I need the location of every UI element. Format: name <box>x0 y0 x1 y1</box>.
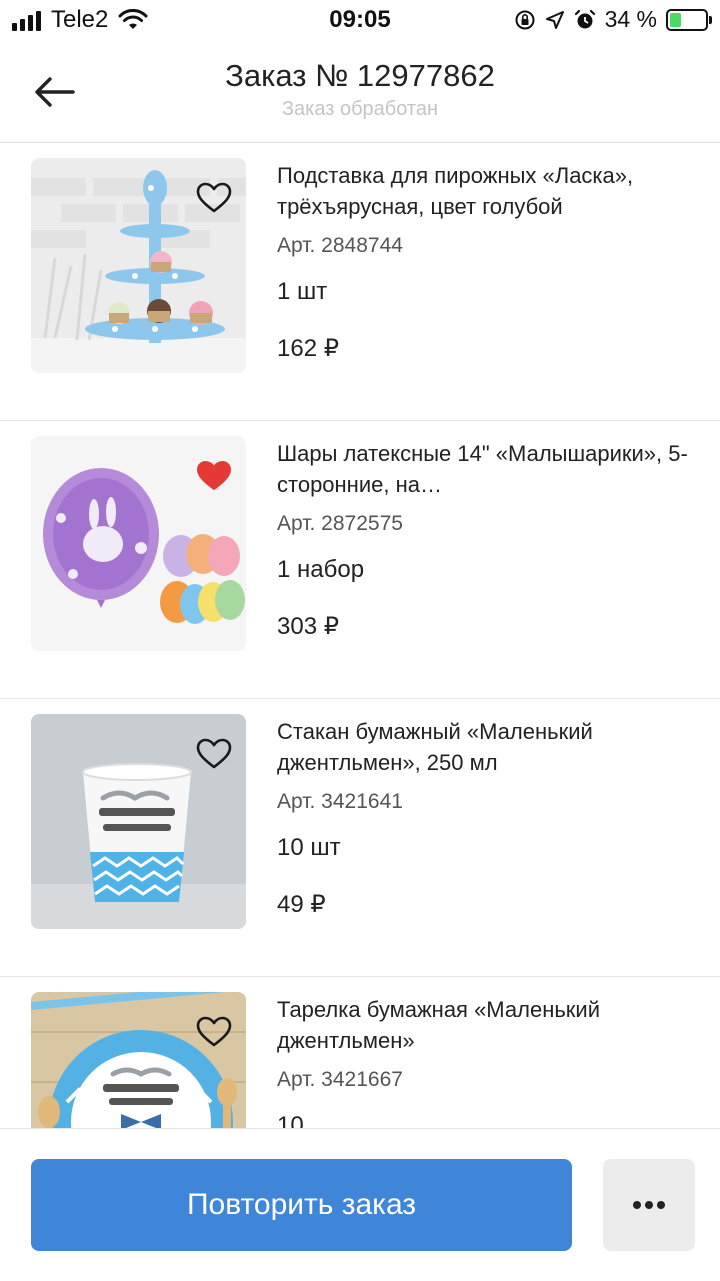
battery-icon <box>666 8 712 31</box>
item-info: Шары латексные 14" «Малышарики», 5-сторо… <box>277 438 694 641</box>
status-bar: Tele2 09:05 34 % <box>0 0 720 40</box>
item-price: 49 ₽ <box>277 891 326 918</box>
orientation-lock-icon <box>515 10 535 29</box>
item-name: Стакан бумажный «Маленький джентльмен», … <box>277 719 593 775</box>
product-image[interactable] <box>31 714 246 929</box>
item-info: Стакан бумажный «Маленький джентльмен», … <box>277 716 694 919</box>
item-price: 303 ₽ <box>277 613 339 640</box>
item-quantity: 1 набор <box>277 556 365 583</box>
item-name: Подставка для пирожных «Ласка», трёхъяру… <box>277 163 634 219</box>
repeat-order-button[interactable]: Повторить заказ <box>31 1159 572 1251</box>
heart-filled-icon <box>197 461 231 490</box>
more-dots-icon <box>633 1201 665 1209</box>
product-image[interactable] <box>31 158 246 373</box>
page-title: Заказ № 12977862 <box>225 58 495 93</box>
heart-outline-icon <box>196 182 232 213</box>
product-image[interactable] <box>31 436 246 651</box>
favorite-button[interactable] <box>194 734 234 774</box>
item-quantity: 1 шт <box>277 278 328 305</box>
favorite-button[interactable] <box>194 456 234 496</box>
item-name: Шары латексные 14" «Малышарики», 5-сторо… <box>277 441 688 497</box>
header: Заказ № 12977862 Заказ обработан <box>0 40 720 143</box>
battery-percent: 34 % <box>604 6 657 32</box>
order-item[interactable]: Тарелка бумажная «Маленький джентльмен» … <box>0 977 720 1128</box>
alarm-icon <box>574 9 595 28</box>
heart-outline-icon <box>196 738 232 769</box>
heart-outline-icon <box>196 1016 232 1047</box>
order-status: Заказ обработан <box>281 98 439 120</box>
item-article: Арт. 2848744 <box>277 234 403 257</box>
item-price: 162 ₽ <box>277 335 339 362</box>
item-name: Тарелка бумажная «Маленький джентльмен» <box>277 997 601 1053</box>
favorite-button[interactable] <box>194 178 234 218</box>
product-image[interactable] <box>31 992 246 1128</box>
favorite-button[interactable] <box>194 1012 234 1052</box>
order-item[interactable]: Шары латексные 14" «Малышарики», 5-сторо… <box>0 421 720 699</box>
order-item[interactable]: Стакан бумажный «Маленький джентльмен», … <box>0 699 720 977</box>
item-info: Тарелка бумажная «Маленький джентльмен» … <box>277 994 694 1128</box>
location-icon <box>545 10 564 29</box>
bottom-action-bar: Повторить заказ <box>0 1128 720 1281</box>
order-item[interactable]: Подставка для пирожных «Ласка», трёхъяру… <box>0 143 720 421</box>
item-info: Подставка для пирожных «Ласка», трёхъяру… <box>277 160 694 363</box>
item-quantity: 10 шт <box>277 834 341 861</box>
status-right: 34 % <box>514 6 712 33</box>
item-article: Арт. 3421667 <box>277 1068 403 1091</box>
item-article: Арт. 2872575 <box>277 512 403 535</box>
item-quantity: 10 <box>277 1112 304 1128</box>
order-items-list[interactable]: Подставка для пирожных «Ласка», трёхъяру… <box>0 143 720 1128</box>
more-button[interactable] <box>603 1159 695 1251</box>
item-article: Арт. 3421641 <box>277 790 403 813</box>
